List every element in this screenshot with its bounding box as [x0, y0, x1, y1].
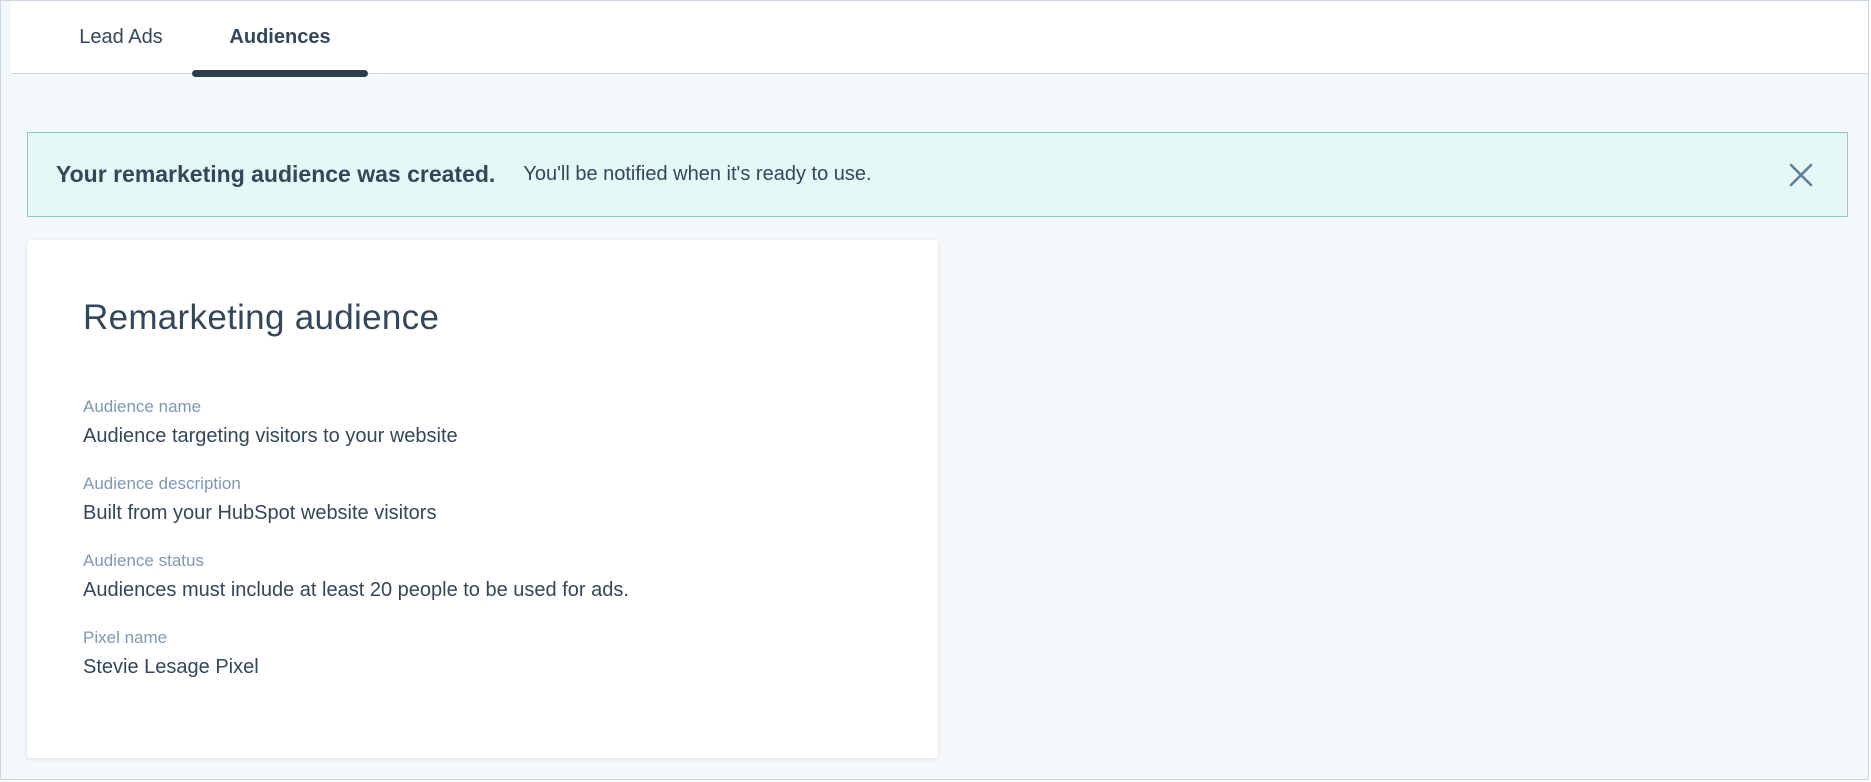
audience-name-field: Audience name Audience targeting visitor… [83, 396, 458, 449]
app-frame: Lead Ads Audiences Your remarketing audi… [0, 0, 1869, 780]
field-label: Pixel name [83, 628, 168, 647]
remarketing-audience-card: Remarketing audience Audience name Audie… [27, 240, 938, 758]
field-label: Audience description [83, 474, 241, 493]
alert-title: Your remarketing audience was created. [56, 161, 496, 187]
tab-bar: Lead Ads Audiences [11, 1, 1868, 77]
tab-audiences[interactable]: Audiences [192, 1, 368, 73]
field-label: Audience status [83, 551, 204, 570]
field-value: Stevie Lesage Pixel [83, 656, 259, 678]
field-value: Audience targeting visitors to your webs… [83, 425, 458, 447]
audience-status-field: Audience status Audiences must include a… [83, 550, 629, 603]
field-value: Audiences must include at least 20 peopl… [83, 579, 629, 601]
tab-label: Audiences [229, 25, 331, 48]
active-tab-indicator [192, 70, 368, 77]
field-value: Built from your HubSpot website visitors [83, 502, 437, 524]
close-icon[interactable] [1785, 159, 1817, 191]
audience-description-field: Audience description Built from your Hub… [83, 473, 436, 526]
success-alert: Your remarketing audience was created. Y… [27, 132, 1848, 217]
field-label: Audience name [83, 397, 202, 416]
card-title: Remarketing audience [83, 298, 440, 337]
pixel-name-field: Pixel name Stevie Lesage Pixel [83, 627, 259, 680]
tab-label: Lead Ads [79, 25, 163, 48]
tab-lead-ads[interactable]: Lead Ads [56, 1, 186, 73]
alert-message: You'll be notified when it's ready to us… [523, 163, 872, 185]
